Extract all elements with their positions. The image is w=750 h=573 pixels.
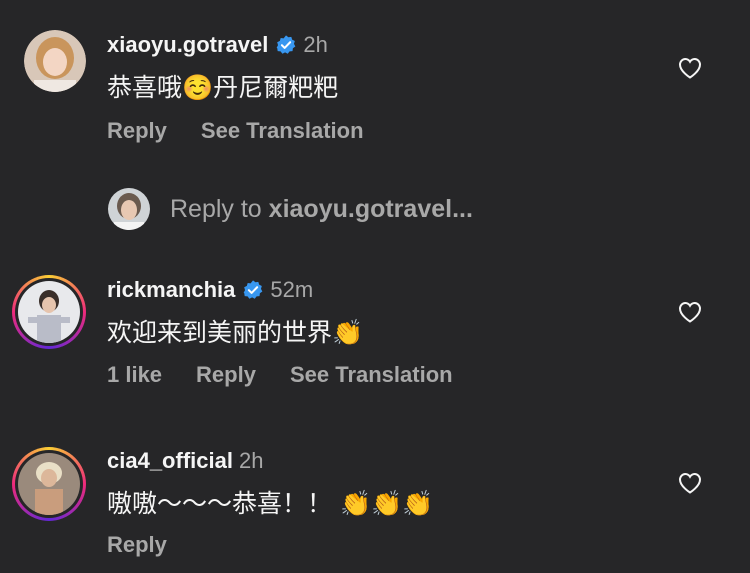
comment-header: rickmanchia 52m [107,277,313,303]
reply-composer-prompt[interactable]: Reply to xiaoyu.gotravel... [108,188,473,230]
reply-button[interactable]: Reply [196,362,256,388]
avatar[interactable] [24,30,86,92]
username[interactable]: rickmanchia [107,277,235,303]
comment-text: 嗷嗷～～～恭喜！！ 👏👏👏 [107,489,434,518]
username[interactable]: xiaoyu.gotravel [107,32,268,58]
comment-actions: 1 like Reply See Translation [107,362,487,388]
see-translation-button[interactable]: See Translation [290,362,453,388]
reply-prompt-prefix: Reply to [170,194,262,223]
reply-button[interactable]: Reply [107,532,167,558]
heart-outline-icon[interactable] [678,301,702,323]
user-photo [18,453,80,515]
verified-badge-icon [244,280,263,299]
comment-header: xiaoyu.gotravel 2h [107,32,328,58]
heart-outline-icon[interactable] [678,472,702,494]
likes-count[interactable]: 1 like [107,362,162,388]
user-photo [18,281,80,343]
user-photo [24,30,86,92]
verified-badge-icon [277,35,296,54]
comment-text: 恭喜哦☺️丹尼爾粑粑 [107,73,339,102]
comment-header: cia4_official 2h [107,448,263,474]
avatar-story-ring[interactable] [12,275,86,349]
heart-outline-icon[interactable] [678,57,702,79]
reply-prompt-target: xiaoyu.gotravel... [268,194,473,223]
comment-actions: Reply [107,532,201,558]
comment-actions: Reply See Translation [107,118,398,144]
timestamp: 2h [303,32,328,57]
current-user-avatar [108,188,150,230]
timestamp: 2h [238,448,264,473]
comment-text: 欢迎来到美丽的世界👏 [107,318,364,347]
avatar-story-ring[interactable] [12,447,86,521]
timestamp: 52m [270,277,314,302]
see-translation-button[interactable]: See Translation [201,118,364,144]
reply-button[interactable]: Reply [107,118,167,144]
comment-item: xiaoyu.gotravel 2h 恭喜哦☺️丹尼爾粑粑 Reply See … [0,0,750,170]
username[interactable]: cia4_official [107,448,233,474]
